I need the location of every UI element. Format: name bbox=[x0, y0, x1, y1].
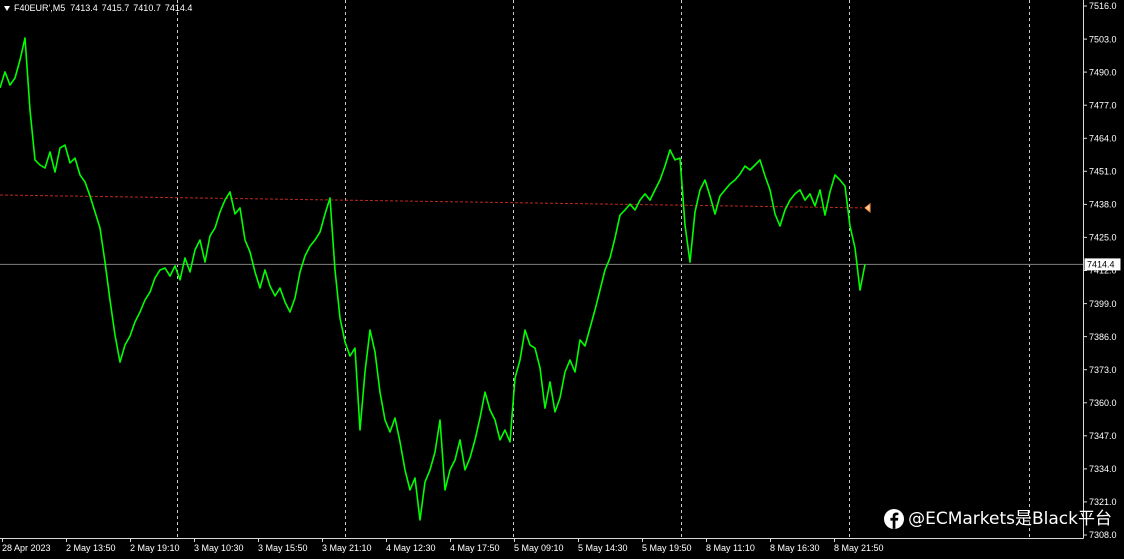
price-tick-label: 7451.0 bbox=[1089, 167, 1117, 177]
price-tick-label: 7425.0 bbox=[1089, 233, 1117, 243]
time-tick-label: 2 May 13:50 bbox=[66, 543, 116, 553]
close-price: 7414.4 bbox=[164, 3, 193, 13]
time-tick-label: 5 May 09:10 bbox=[514, 543, 564, 553]
price-tick-label: 7334.0 bbox=[1089, 464, 1117, 474]
watermark: @ECMarkets是Black平台 bbox=[884, 509, 1112, 529]
facebook-icon bbox=[884, 509, 905, 529]
time-tick-label: 8 May 16:30 bbox=[770, 543, 820, 553]
high-price: 7415.7 bbox=[101, 3, 130, 13]
price-tick-label: 7308.0 bbox=[1089, 530, 1117, 540]
bid-price-text: 7414.4 bbox=[1087, 260, 1115, 270]
chart-background bbox=[0, 0, 1124, 559]
price-tick-label: 7321.0 bbox=[1089, 497, 1117, 507]
open-price: 7413.4 bbox=[70, 3, 98, 13]
price-tick-label: 7360.0 bbox=[1089, 398, 1117, 408]
time-tick-label: 3 May 15:50 bbox=[258, 543, 308, 553]
time-tick-label: 3 May 10:30 bbox=[194, 543, 244, 553]
watermark-text: @ECMarkets是Black平台 bbox=[908, 509, 1112, 529]
price-tick-label: 7399.0 bbox=[1089, 299, 1117, 309]
symbol-timeframe: F40EUR',M5 bbox=[14, 3, 66, 13]
price-tick-label: 7490.0 bbox=[1089, 67, 1117, 77]
time-tick-label: 28 Apr 2023 bbox=[2, 543, 51, 553]
time-tick-label: 8 May 11:10 bbox=[706, 543, 755, 553]
time-tick-label: 3 May 21:10 bbox=[322, 543, 372, 553]
price-tick-label: 7438.0 bbox=[1089, 200, 1117, 210]
triangle-down-icon[interactable] bbox=[4, 6, 10, 11]
time-tick-label: 4 May 17:50 bbox=[450, 543, 500, 553]
bid-price-label: 7414.4 bbox=[1084, 258, 1121, 271]
price-tick-label: 7503.0 bbox=[1089, 34, 1117, 44]
time-tick-label: 4 May 12:30 bbox=[386, 543, 436, 553]
time-tick-label: 5 May 19:50 bbox=[642, 543, 692, 553]
price-tick-label: 7516.0 bbox=[1089, 1, 1117, 11]
low-price: 7410.7 bbox=[133, 3, 161, 13]
time-tick-label: 5 May 14:30 bbox=[578, 543, 628, 553]
price-tick-label: 7464.0 bbox=[1089, 133, 1117, 143]
price-tick-label: 7386.0 bbox=[1089, 332, 1117, 342]
time-tick-label: 2 May 19:10 bbox=[130, 543, 180, 553]
time-tick-label: 8 May 21:50 bbox=[834, 543, 884, 553]
price-tick-label: 7373.0 bbox=[1089, 365, 1117, 375]
chart-header: F40EUR',M5 7413.4 7415.7 7410.7 7414.4 bbox=[4, 3, 192, 14]
price-tick-label: 7477.0 bbox=[1089, 100, 1117, 110]
price-chart[interactable]: 7516.0 7503.0 7490.0 7477.0 7464.0 7451.0 7438… bbox=[0, 0, 1124, 559]
price-tick-label: 7347.0 bbox=[1089, 431, 1117, 441]
